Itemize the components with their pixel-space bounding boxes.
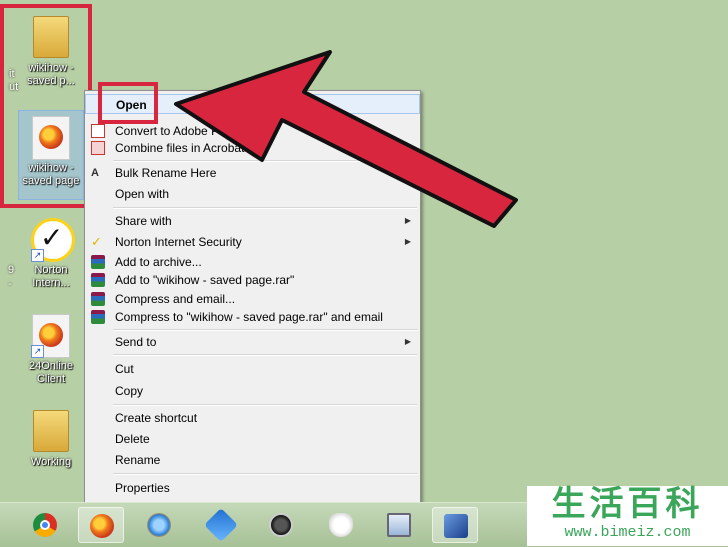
watermark-url: www.bimeiz.com: [564, 524, 691, 541]
taskbar-wolf[interactable]: [318, 507, 364, 543]
sync-icon: [147, 513, 171, 537]
taskbar-virtualbox[interactable]: [432, 507, 478, 543]
wolf-icon: [329, 513, 353, 537]
watermark-chinese: 生活百科: [551, 484, 704, 524]
taskbar-chrome[interactable]: [22, 507, 68, 543]
taskbar-speedometer[interactable]: [258, 507, 304, 543]
firefox-icon: [90, 514, 114, 538]
taskbar-sync[interactable]: [136, 507, 182, 543]
virtualbox-icon: [444, 514, 468, 538]
monitor-icon: [387, 513, 411, 537]
taskbar-monitor[interactable]: [376, 507, 422, 543]
taskbar-firefox[interactable]: [78, 507, 124, 543]
puzzle-icon: [204, 508, 238, 542]
taskbar-puzzle[interactable]: [198, 507, 244, 543]
speedometer-icon: [269, 513, 293, 537]
watermark: 生活百科 www.bimeiz.com: [527, 484, 728, 546]
chrome-icon: [33, 513, 57, 537]
annotation-arrow: [174, 50, 518, 228]
